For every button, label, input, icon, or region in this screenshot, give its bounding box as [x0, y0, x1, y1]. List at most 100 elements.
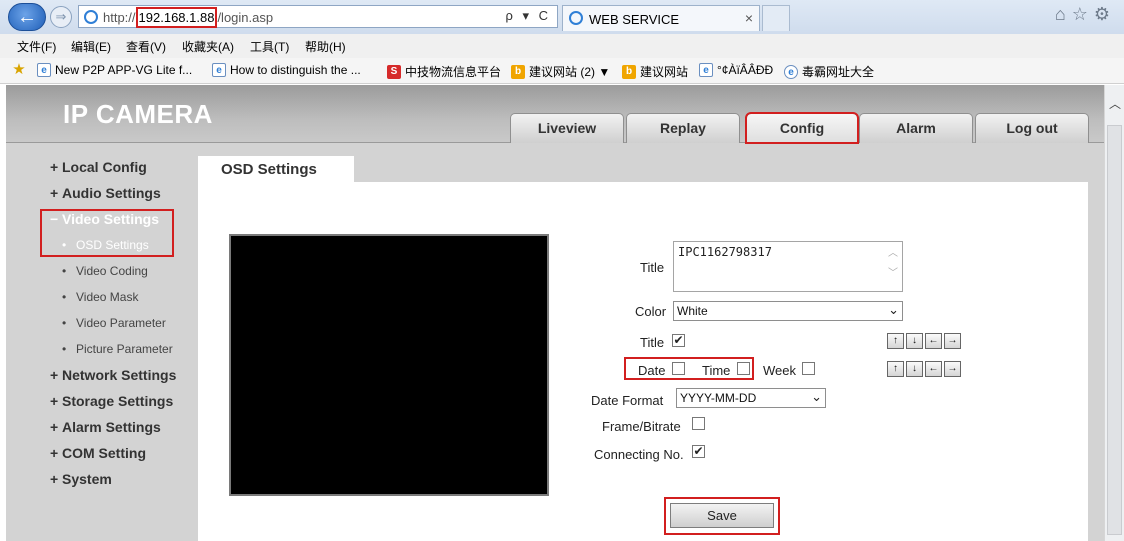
favorite-item[interactable]: e °¢ÀïÂÂÐÐ [699, 63, 773, 77]
config-sidebar: + Local Config + Audio Settings − Video Set… [6, 144, 198, 541]
week-label: Week [763, 363, 796, 378]
arrow-left-icon[interactable]: ← [925, 361, 942, 377]
arrow-up-icon[interactable]: ↑ [887, 361, 904, 377]
arrow-down-icon[interactable]: ↓ [906, 361, 923, 377]
sidebar-item-audio-settings[interactable]: + Audio Settings [50, 185, 161, 201]
sidebar-item-local-config[interactable]: + Local Config [50, 159, 147, 175]
browser-address-bar-row: ← ⇒ http://192.168.1.88/login.asp ρ ▾ C … [0, 0, 1124, 34]
ie-icon [569, 11, 583, 25]
sidebar-item-video-settings[interactable]: − Video Settings [50, 211, 159, 227]
favorite-item[interactable]: b 建议网站 [622, 63, 688, 80]
date-label: Date [638, 363, 666, 378]
url-path: /login.asp [217, 10, 274, 25]
frame-bitrate-checkbox[interactable] [692, 417, 705, 430]
bing-icon: b [511, 64, 525, 79]
page-viewport: IP CAMERA Liveview Replay Config Alarm L… [6, 85, 1104, 541]
frame-bitrate-label: Frame/Bitrate [602, 419, 681, 434]
nav-tab-liveview[interactable]: Liveview [510, 113, 624, 143]
page-icon: e [37, 63, 51, 77]
title-value: IPC1162798317 [678, 245, 772, 259]
title-checkbox[interactable]: ✔ [672, 334, 685, 347]
ie-icon: e [784, 64, 798, 79]
sidebar-subitem-video-coding[interactable]: • Video Coding [62, 264, 148, 278]
nav-tab-replay[interactable]: Replay [626, 113, 740, 143]
brand-logo: IP CAMERA [63, 99, 213, 129]
scroll-thumb[interactable] [1107, 125, 1122, 535]
save-button[interactable]: Save [670, 503, 774, 528]
title-show-label: Title [640, 335, 665, 350]
osd-settings-tab: OSD Settings [198, 156, 354, 183]
sidebar-item-storage-settings[interactable]: + Storage Settings [50, 393, 173, 409]
url-input[interactable]: http://192.168.1.88/login.asp ρ ▾ C [78, 5, 558, 28]
star-icon[interactable]: ☆ [1072, 4, 1094, 24]
connecting-no-label: Connecting No. [594, 447, 684, 462]
menu-file[interactable]: 文件(F) [17, 38, 56, 55]
browser-menu-bar: 文件(F) 编辑(E) 查看(V) 收藏夹(A) 工具(T) 帮助(H) [0, 34, 1124, 58]
favorites-bar: ★ e New P2P APP-VG Lite f... e How to dist… [0, 58, 1124, 84]
gear-icon[interactable]: ⚙ [1094, 4, 1116, 24]
search-refresh-icon[interactable]: ρ ▾ C [505, 8, 551, 24]
sidebar-item-alarm-settings[interactable]: + Alarm Settings [50, 419, 161, 435]
sidebar-item-network-settings[interactable]: + Network Settings [50, 367, 176, 383]
url-host: 192.168.1.88 [135, 7, 218, 28]
browser-tab[interactable]: WEB SERVICE × [562, 5, 760, 31]
menu-help[interactable]: 帮助(H) [305, 38, 346, 55]
sidebar-subitem-video-mask[interactable]: • Video Mask [62, 290, 138, 304]
url-text: http://192.168.1.88/login.asp [103, 7, 274, 28]
arrow-right-icon[interactable]: → [944, 333, 961, 349]
connecting-no-checkbox[interactable]: ✔ [692, 445, 705, 458]
week-checkbox[interactable] [802, 362, 815, 375]
title-textarea[interactable]: IPC1162798317 ︿ ﹀ [673, 241, 903, 292]
favorite-item[interactable]: e New P2P APP-VG Lite f... [37, 63, 192, 77]
close-icon[interactable]: × [745, 10, 753, 26]
sidebar-item-system[interactable]: + System [50, 471, 112, 487]
video-preview [229, 234, 549, 496]
bing-icon: b [622, 64, 636, 79]
scroll-up-icon[interactable]: ︿ [1109, 95, 1121, 112]
color-select[interactable]: White ⌄ [673, 301, 903, 321]
menu-view[interactable]: 查看(V) [126, 38, 166, 55]
time-checkbox[interactable] [737, 362, 750, 375]
page-icon: e [212, 63, 226, 77]
home-icon[interactable]: ⌂ [1055, 4, 1072, 24]
sidebar-subitem-video-parameter[interactable]: • Video Parameter [62, 316, 166, 330]
favorite-item[interactable]: e 毒霸网址大全 [784, 63, 874, 80]
favorite-item[interactable]: e How to distinguish the ... [212, 63, 361, 77]
menu-tools[interactable]: 工具(T) [250, 38, 289, 55]
favorites-star-icon[interactable]: ★ [12, 62, 26, 77]
color-label: Color [635, 304, 667, 319]
ie-icon [84, 10, 98, 24]
sidebar-subitem-osd-settings[interactable]: • OSD Settings [62, 238, 149, 252]
sidebar-item-com-setting[interactable]: + COM Setting [50, 445, 146, 461]
favorite-item[interactable]: S 中技物流信息平台 [387, 63, 501, 80]
time-label: Time [702, 363, 731, 378]
title-position-arrows: ↑ ↓ ← → [887, 333, 961, 349]
arrow-down-icon[interactable]: ↓ [906, 333, 923, 349]
browser-tools: ⌂☆⚙ [1055, 4, 1116, 25]
sidebar-subitem-picture-parameter[interactable]: • Picture Parameter [62, 342, 173, 356]
forward-arrow-icon[interactable]: ⇒ [50, 6, 72, 28]
menu-edit[interactable]: 编辑(E) [71, 38, 111, 55]
arrow-left-icon[interactable]: ← [925, 333, 942, 349]
arrow-up-icon[interactable]: ↑ [887, 333, 904, 349]
nav-tab-logout[interactable]: Log out [975, 113, 1089, 143]
textarea-scrollbar[interactable]: ︿ ﹀ [886, 244, 900, 289]
tab-title: WEB SERVICE [589, 12, 680, 27]
title-label: Title [640, 260, 665, 275]
page-scrollbar[interactable]: ︿ [1104, 85, 1124, 541]
date-checkbox[interactable] [672, 362, 685, 375]
osd-settings-panel: Title IPC1162798317 ︿ ﹀ Color White ⌄ Titl… [198, 182, 1088, 541]
url-prefix: http:// [103, 10, 136, 25]
s-icon: S [387, 64, 401, 79]
back-arrow-icon[interactable]: ← [8, 3, 46, 31]
page-icon: e [699, 63, 713, 77]
date-format-label: Date Format [591, 393, 664, 408]
date-format-select[interactable]: YYYY-MM-DD ⌄ [676, 388, 826, 408]
menu-favorites[interactable]: 收藏夹(A) [182, 38, 234, 55]
favorite-item[interactable]: b 建议网站 (2) ▼ [511, 63, 610, 80]
arrow-right-icon[interactable]: → [944, 361, 961, 377]
app-header: IP CAMERA Liveview Replay Config Alarm L… [6, 85, 1104, 144]
nav-tab-config[interactable]: Config [745, 112, 859, 144]
nav-tab-alarm[interactable]: Alarm [859, 113, 973, 143]
new-tab-button[interactable] [762, 5, 790, 31]
